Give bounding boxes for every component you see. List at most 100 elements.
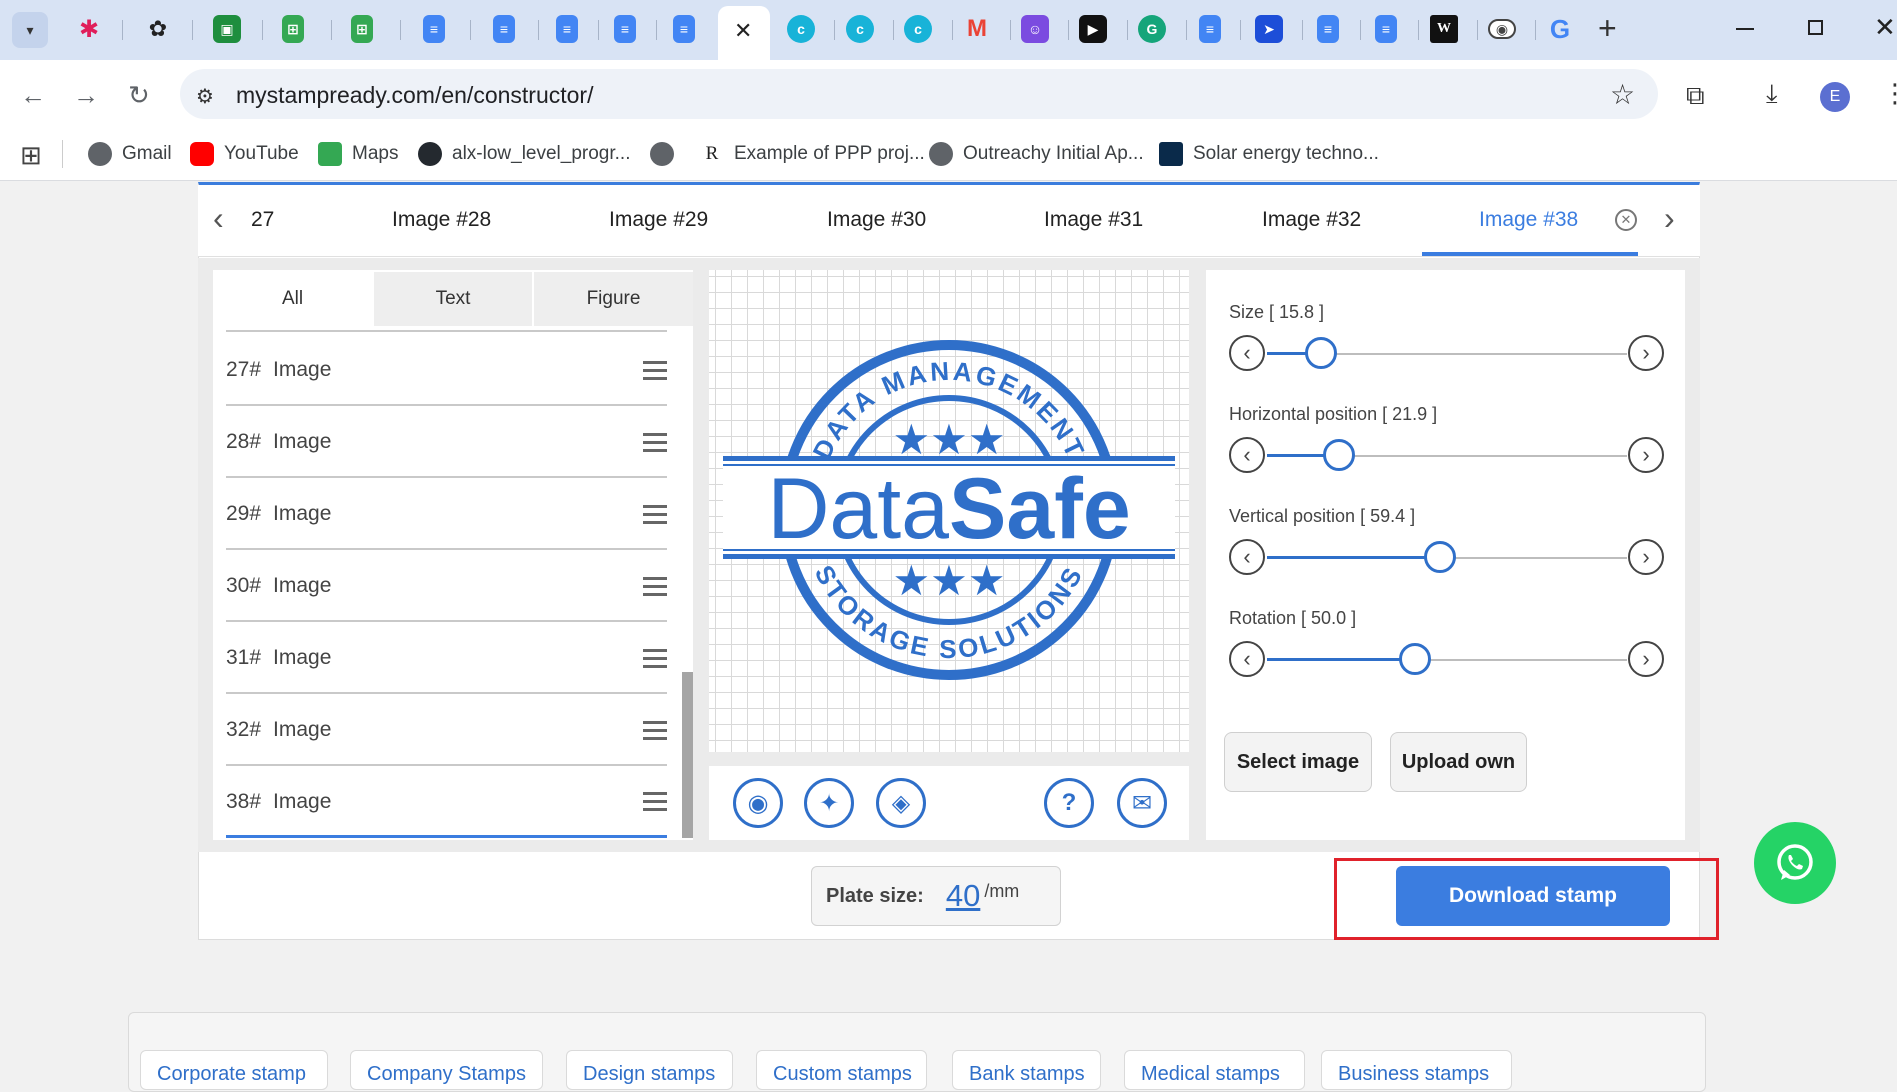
list-item[interactable]: 32# Image — [226, 696, 667, 766]
list-item[interactable]: 30# Image — [226, 552, 667, 622]
image-tab[interactable]: 27 — [251, 208, 274, 232]
category-link[interactable]: Corporate stamp — [140, 1050, 328, 1090]
chevron-right-icon[interactable]: › — [1628, 437, 1664, 473]
list-menu-icon[interactable] — [643, 716, 667, 745]
category-link[interactable]: Business stamps — [1321, 1050, 1512, 1090]
bookmark-maps[interactable]: Maps — [318, 139, 398, 169]
list-menu-icon[interactable] — [643, 787, 667, 816]
list-menu-icon[interactable] — [643, 644, 667, 673]
docs-tab-icon[interactable]: ≡ — [1375, 15, 1397, 43]
category-link[interactable]: Bank stamps — [952, 1050, 1101, 1090]
tab-search-button[interactable]: ▾ — [12, 12, 48, 48]
image-tab[interactable]: Image #32 — [1262, 208, 1361, 232]
vertical-slider-thumb[interactable] — [1423, 541, 1456, 573]
image-tab[interactable]: Image #28 — [392, 208, 491, 232]
stamp-canvas[interactable]: DATA MANAGEMENT STORAGE SOLUTIONS ★★★ ★★… — [709, 270, 1189, 752]
url-text[interactable]: mystampready.com/en/constructor/ — [236, 82, 593, 109]
image-tab-active[interactable]: Image #38 — [1479, 208, 1578, 232]
window-close-icon[interactable]: ✕ — [1874, 12, 1896, 43]
play-tab-icon[interactable]: ▶ — [1079, 15, 1107, 43]
slack-tab-icon[interactable]: ✱ — [75, 15, 103, 43]
list-menu-icon[interactable] — [643, 572, 667, 601]
wikipedia-tab-icon[interactable]: W — [1430, 15, 1458, 43]
category-link[interactable]: Design stamps — [566, 1050, 733, 1090]
forward-arrow-icon[interactable]: → — [73, 80, 99, 111]
bookmark-star-icon[interactable]: ☆ — [1610, 78, 1635, 111]
mail-icon[interactable]: ✉ — [1117, 778, 1167, 828]
canva-tab-icon[interactable]: c — [904, 15, 932, 43]
bookmark-ppp[interactable]: R Example of PPP proj... — [700, 139, 925, 169]
plate-size-value[interactable]: 40 — [946, 878, 980, 914]
toggle-tab-icon[interactable]: ◉ — [1488, 19, 1516, 39]
list-item[interactable]: 31# Image — [226, 624, 667, 694]
magic-wand-icon[interactable]: ✦ — [804, 778, 854, 828]
active-tab[interactable]: ✕ — [718, 6, 770, 60]
list-menu-icon[interactable] — [643, 428, 667, 457]
image-tab[interactable]: Image #29 — [609, 208, 708, 232]
chevron-right-icon[interactable]: › — [1628, 335, 1664, 371]
profile-avatar[interactable]: E — [1820, 82, 1850, 112]
canva-tab-icon[interactable]: c — [787, 15, 815, 43]
category-link[interactable]: Medical stamps — [1124, 1050, 1305, 1090]
image-tab[interactable]: Image #30 — [827, 208, 926, 232]
minimize-icon[interactable] — [1736, 28, 1754, 30]
site-settings-icon[interactable]: ⚙ — [196, 84, 214, 109]
download-stamp-button[interactable]: Download stamp — [1396, 866, 1670, 926]
bot-tab-icon[interactable]: ☺ — [1021, 15, 1049, 43]
bookmark-youtube[interactable]: YouTube — [190, 139, 299, 169]
filter-tab-text[interactable]: Text — [374, 272, 532, 326]
bookmark-untitled[interactable] — [650, 139, 684, 169]
close-icon[interactable]: ✕ — [734, 18, 752, 44]
list-item[interactable]: 29# Image — [226, 480, 667, 550]
reload-icon[interactable]: ↻ — [128, 80, 150, 111]
chevron-right-icon[interactable]: › — [1628, 641, 1664, 677]
tabs-prev-icon[interactable]: ‹ — [213, 200, 224, 237]
back-arrow-icon[interactable]: ← — [20, 80, 46, 111]
paint-bucket-icon[interactable]: ◈ — [876, 778, 926, 828]
rotation-slider-thumb[interactable] — [1398, 643, 1431, 675]
sheets-tab-icon[interactable]: ⊞ — [282, 15, 304, 43]
select-image-button[interactable]: Select image — [1224, 732, 1372, 792]
download-icon[interactable]: ⤓ — [1766, 78, 1778, 110]
chevron-left-icon[interactable]: ‹ — [1229, 335, 1265, 371]
docs-tab-icon[interactable]: ≡ — [614, 15, 636, 43]
list-menu-icon[interactable] — [643, 356, 667, 385]
category-link[interactable]: Custom stamps — [756, 1050, 927, 1090]
gmail-tab-icon[interactable]: M — [963, 15, 991, 43]
tabs-next-icon[interactable]: › — [1664, 200, 1675, 237]
android-tab-icon[interactable]: ▣ — [213, 15, 241, 43]
bird-tab-icon[interactable]: ➤ — [1255, 15, 1283, 43]
google-tab-icon[interactable]: G — [1546, 14, 1574, 44]
docs-tab-icon[interactable]: ≡ — [1317, 15, 1339, 43]
canva-tab-icon[interactable]: c — [846, 15, 874, 43]
list-menu-icon[interactable] — [643, 500, 667, 529]
docs-tab-icon[interactable]: ≡ — [1199, 15, 1221, 43]
image-tab[interactable]: Image #31 — [1044, 208, 1143, 232]
restore-icon[interactable] — [1808, 20, 1823, 35]
bookmark-solar[interactable]: Solar energy techno... — [1159, 139, 1379, 169]
docs-tab-icon[interactable]: ≡ — [493, 15, 515, 43]
list-item-selected[interactable]: 38# Image — [226, 768, 667, 838]
browser-menu-icon[interactable]: ⋮ — [1882, 78, 1897, 109]
docs-tab-icon[interactable]: ≡ — [556, 15, 578, 43]
horizontal-slider-thumb[interactable] — [1323, 439, 1355, 471]
docs-tab-icon[interactable]: ≡ — [673, 15, 695, 43]
chevron-left-icon[interactable]: ‹ — [1229, 437, 1265, 473]
apps-grid-icon[interactable]: ⊞ — [20, 140, 42, 171]
new-tab-icon[interactable]: + — [1598, 10, 1617, 47]
chevron-left-icon[interactable]: ‹ — [1229, 641, 1265, 677]
bookmark-github[interactable]: alx-low_level_progr... — [418, 139, 630, 169]
category-link[interactable]: Company Stamps — [350, 1050, 543, 1090]
grammarly-tab-icon[interactable]: G — [1138, 15, 1166, 43]
list-item[interactable]: 28# Image — [226, 408, 667, 478]
chevron-left-icon[interactable]: ‹ — [1229, 539, 1265, 575]
filter-tab-figure[interactable]: Figure — [534, 272, 693, 326]
list-item[interactable]: 27# Image — [226, 336, 667, 406]
extensions-icon[interactable]: ⧉ — [1686, 80, 1705, 112]
chatgpt-tab-icon[interactable]: ✿ — [144, 15, 172, 43]
bookmark-gmail[interactable]: Gmail — [88, 139, 172, 169]
size-slider-thumb[interactable] — [1305, 337, 1337, 369]
filter-tab-all[interactable]: All — [213, 272, 372, 326]
docs-tab-icon[interactable]: ≡ — [423, 15, 445, 43]
chevron-right-icon[interactable]: › — [1628, 539, 1664, 575]
